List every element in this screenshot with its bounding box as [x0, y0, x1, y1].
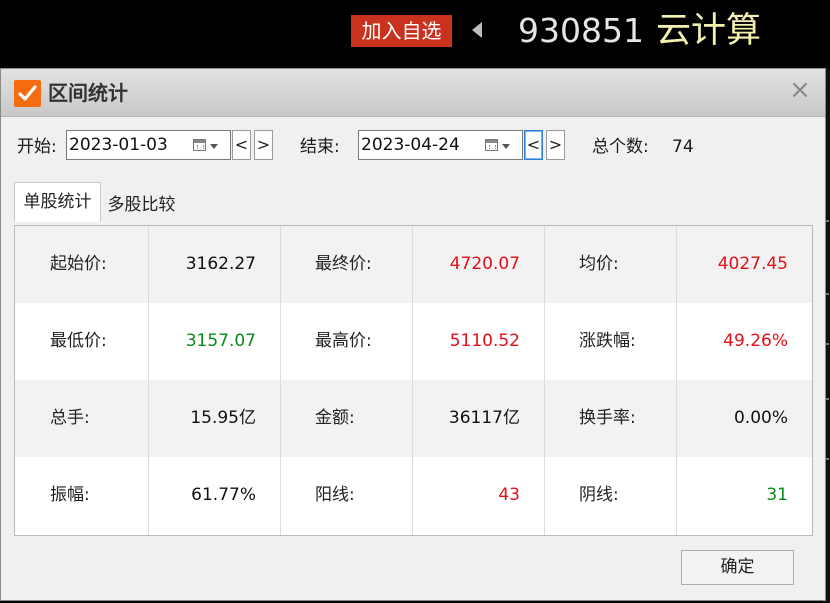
- stat-value: 61.77%: [191, 485, 256, 505]
- stat-value: 49.26%: [723, 331, 788, 351]
- table-row: 总手: 15.95亿 金额: 36117亿 换手率: 0.00%: [15, 380, 812, 457]
- column-divider: [544, 226, 545, 535]
- calendar-icon[interactable]: [485, 139, 498, 151]
- stat-value: 0.00%: [733, 408, 788, 428]
- start-date-value: 2023-01-03: [69, 135, 168, 155]
- stat-label: 总手:: [50, 408, 90, 428]
- stat-label: 最高价:: [315, 331, 372, 351]
- start-next-button[interactable]: >: [254, 130, 273, 160]
- ok-button[interactable]: 确定: [681, 550, 794, 585]
- calendar-icon[interactable]: [193, 139, 206, 151]
- table-row: 振幅: 61.77% 阳线: 43 阴线: 31: [15, 457, 812, 534]
- stat-label: 金额:: [315, 408, 355, 428]
- end-date-value: 2023-04-24: [361, 135, 460, 155]
- prev-stock-arrow-icon[interactable]: [472, 22, 482, 38]
- quote-header: 加入自选 930851 云计算: [0, 0, 830, 68]
- tab-multi-stock-compare[interactable]: 多股比较: [101, 188, 182, 222]
- chevron-down-icon[interactable]: [502, 144, 510, 149]
- stat-label: 阴线:: [579, 485, 619, 505]
- start-date-picker[interactable]: 2023-01-03: [66, 130, 231, 160]
- column-divider: [412, 226, 413, 535]
- interval-stats-dialog: 区间统计 × 开始: 2023-01-03 < > 结束: 2023-04-24…: [0, 68, 826, 601]
- column-divider: [148, 226, 149, 535]
- stat-value: 4720.07: [449, 254, 520, 274]
- stat-value: 5110.52: [449, 331, 520, 351]
- stats-table: 起始价: 3162.27 最终价: 4720.07 均价: 4027.45 最低…: [14, 225, 813, 536]
- stat-label: 换手率:: [579, 408, 636, 428]
- end-date-picker[interactable]: 2023-04-24: [358, 130, 523, 160]
- stat-label: 均价:: [579, 254, 619, 274]
- stat-label: 最终价:: [315, 254, 372, 274]
- stock-code: 930851: [518, 11, 644, 50]
- stat-label: 最低价:: [50, 331, 107, 351]
- end-prev-button[interactable]: <: [524, 130, 543, 160]
- end-next-button[interactable]: >: [546, 130, 565, 160]
- stat-value: 36117亿: [448, 408, 520, 428]
- stat-value: 15.95亿: [190, 408, 256, 428]
- stat-label: 涨跌幅:: [579, 331, 636, 351]
- start-prev-button[interactable]: <: [232, 130, 251, 160]
- tab-single-stock[interactable]: 单股统计: [14, 182, 101, 222]
- column-divider: [280, 226, 281, 535]
- chevron-down-icon[interactable]: [210, 144, 218, 149]
- stat-value: 3162.27: [185, 254, 256, 274]
- close-icon[interactable]: ×: [788, 77, 812, 103]
- stat-label: 阳线:: [315, 485, 355, 505]
- count-label: 总个数:: [592, 137, 649, 157]
- add-to-watchlist-button[interactable]: 加入自选: [351, 15, 452, 47]
- stock-name: 云计算: [656, 11, 762, 51]
- stat-label: 振幅:: [50, 485, 90, 505]
- stat-value: 3157.07: [185, 331, 256, 351]
- column-divider: [676, 226, 677, 535]
- count-value: 74: [672, 137, 694, 157]
- stat-value: 4027.45: [717, 254, 788, 274]
- dialog-title: 区间统计: [48, 81, 128, 105]
- stat-value: 31: [766, 485, 788, 505]
- table-row: 最低价: 3157.07 最高价: 5110.52 涨跌幅: 49.26%: [15, 303, 812, 380]
- end-label: 结束:: [300, 137, 340, 157]
- table-row: 起始价: 3162.27 最终价: 4720.07 均价: 4027.45: [15, 226, 812, 303]
- dialog-titlebar[interactable]: 区间统计 ×: [1, 69, 825, 117]
- checkmark-icon: [14, 80, 41, 107]
- stat-label: 起始价:: [50, 254, 107, 274]
- stat-value: 43: [498, 485, 520, 505]
- start-label: 开始:: [17, 137, 57, 157]
